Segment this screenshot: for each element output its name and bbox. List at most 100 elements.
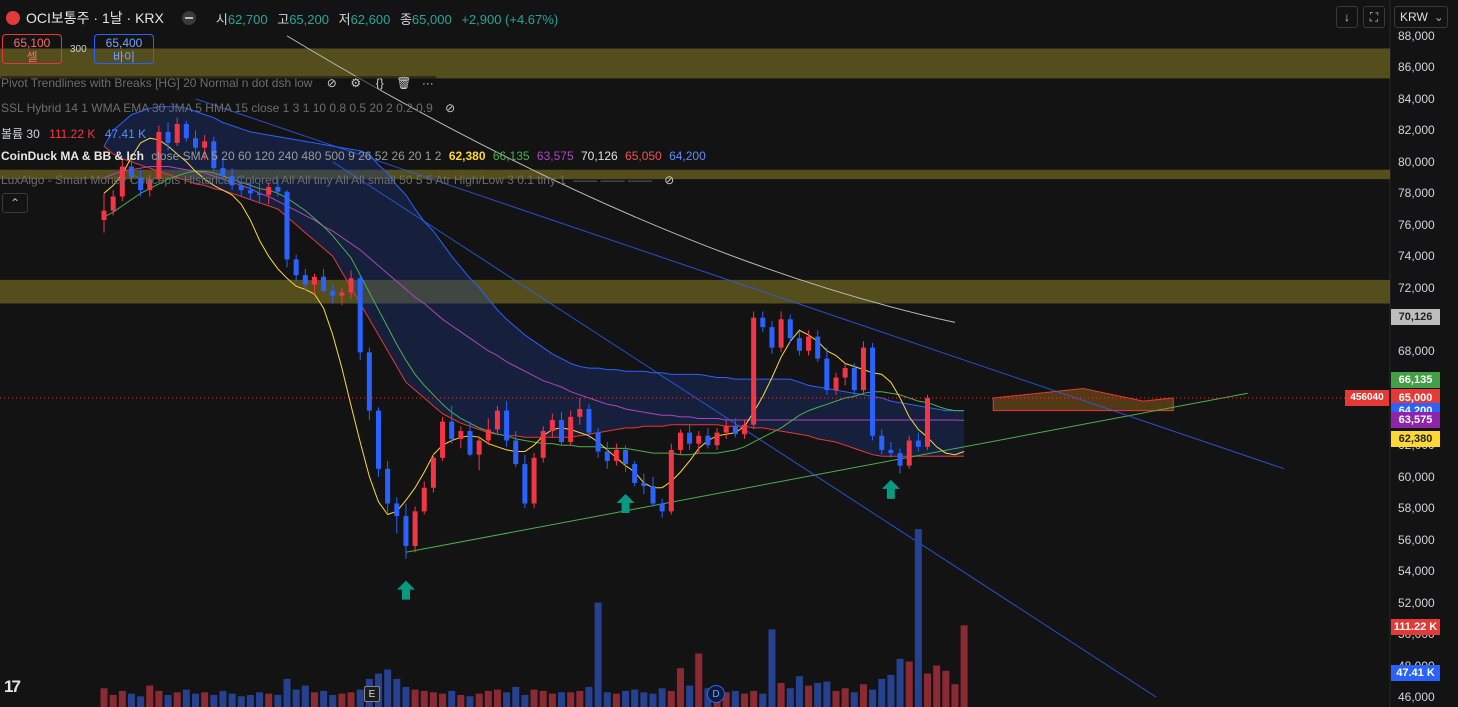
candle-body (412, 511, 418, 546)
volume-bar (448, 690, 456, 707)
volume-bar (832, 690, 840, 707)
volume-bar (750, 690, 758, 707)
candle-body (888, 449, 894, 454)
volume-bar (960, 625, 968, 707)
volume-bar (686, 685, 694, 707)
volume-bar (457, 694, 465, 707)
indicator-coinduck[interactable]: CoinDuck MA & BB & Ich close SMA 5 20 60… (1, 149, 706, 163)
candle-body (824, 358, 830, 391)
price-tag: 70,126 (1391, 309, 1440, 326)
candle-body (860, 347, 866, 391)
candle-body (586, 409, 592, 433)
candle-body (870, 347, 876, 436)
candle-body (284, 191, 290, 260)
candle-body (403, 516, 409, 546)
volume-bar (329, 694, 337, 707)
settings-gear-icon[interactable]: ⚙ (348, 76, 364, 90)
price-tick-label: 72,000 (1398, 280, 1435, 295)
collapse-icon[interactable] (181, 11, 196, 25)
coinduck-value-ma5: 62,380 (448, 149, 486, 163)
candle-body (687, 432, 693, 444)
candle-body (833, 377, 839, 391)
delete-trash-icon[interactable]: 🗑 (396, 76, 412, 90)
candle-body (723, 426, 729, 433)
open-value: 62,700 (227, 11, 268, 27)
download-icon[interactable]: ↓ (1336, 6, 1358, 28)
fullscreen-icon[interactable]: ⛶ (1363, 6, 1385, 28)
candle-body (559, 420, 564, 443)
price-tick-label: 56,000 (1398, 532, 1435, 547)
volume-bar (274, 694, 282, 707)
volume-value-up: 111.22 K (49, 127, 96, 141)
collapse-legend-button[interactable]: ⌃ (2, 193, 28, 213)
high-label: 고 (277, 11, 290, 27)
volume-bar (475, 693, 483, 707)
volume-bar (658, 688, 666, 707)
symbol-title[interactable]: OCI보통주 · 1날 · KRX (26, 8, 164, 28)
candle-body (906, 440, 912, 466)
dividend-marker[interactable]: D (707, 685, 725, 703)
earnings-marker[interactable]: E (364, 686, 380, 702)
volume-bar (731, 690, 739, 707)
candle-body (348, 278, 354, 293)
candle-body (302, 275, 308, 285)
volume-bar (521, 694, 529, 707)
price-tick-label: 46,000 (1398, 690, 1435, 705)
volume-bar (347, 692, 355, 707)
indicator-pivot-trendlines[interactable]: Pivot Trendlines with Breaks [HG] 20 Nor… (1, 76, 436, 90)
candle-body (751, 317, 757, 425)
open-label: 시 (215, 11, 228, 27)
volume-bar (859, 684, 867, 707)
volume-bar (567, 692, 575, 707)
candle-body (311, 276, 317, 285)
more-dots-icon[interactable]: ··· (420, 76, 436, 90)
volume-bar (759, 693, 767, 707)
low-value: 62,600 (350, 11, 391, 27)
volume-bar (869, 689, 877, 707)
hidden-eye-icon[interactable]: ⊘ (661, 173, 677, 187)
volume-bar (512, 686, 520, 707)
volume-bar (777, 682, 785, 707)
volume-bar (402, 686, 410, 707)
coinduck-value-bb: 65,050 (625, 149, 662, 163)
volume-bar (100, 688, 108, 707)
coinduck-value-ma120: 70,126 (580, 149, 618, 163)
coinduck-value-ma60: 63,575 (536, 149, 574, 163)
candle-body (623, 449, 629, 465)
volume-bar (887, 674, 895, 707)
candle-body (531, 457, 537, 504)
candle-body (632, 464, 638, 484)
volume-bar (137, 696, 145, 707)
currency-select[interactable]: KRW ⌄ (1394, 6, 1448, 28)
candle-body (357, 278, 363, 353)
volume-bar (539, 690, 547, 707)
indicator-luxalgo[interactable]: LuxAlgo - Smart Money Concepts Historica… (1, 173, 677, 187)
source-code-icon[interactable]: {} (372, 76, 388, 90)
volume-bar (585, 686, 593, 707)
volume-bar (439, 693, 447, 707)
volume-bar (301, 685, 309, 707)
volume-bar (356, 689, 364, 707)
volume-bar (594, 602, 602, 707)
sell-button[interactable]: 65,100 셀 (2, 34, 62, 64)
chevron-down-icon: ⌄ (1433, 10, 1444, 24)
indicator-volume[interactable]: 볼륨 30 111.22 K 47.41 K (1, 125, 146, 142)
currency-label: KRW (1400, 10, 1428, 24)
volume-bar (182, 689, 190, 707)
price-tick-label: 68,000 (1398, 343, 1435, 358)
hide-eye-icon[interactable]: ⊘ (324, 76, 340, 90)
volume-bar (411, 689, 419, 707)
hidden-eye-icon[interactable]: ⊘ (442, 101, 458, 115)
indicator-ssl-hybrid[interactable]: SSL Hybrid 14 1 WMA EMA 30 JMA 5 HMA 15 … (1, 101, 458, 115)
tradingview-logo-icon[interactable]: 17 (4, 677, 21, 697)
buy-button[interactable]: 65,400 바이 (94, 34, 154, 64)
coinduck-value-ich: 64,200 (669, 149, 706, 163)
candle-body (266, 187, 272, 195)
candle-body (193, 138, 198, 148)
high-value: 65,200 (289, 11, 329, 27)
volume-bar (841, 688, 849, 707)
candle-body (467, 431, 473, 455)
volume-bar (924, 673, 931, 707)
volume-bar (786, 688, 794, 707)
candle-body (504, 410, 510, 441)
